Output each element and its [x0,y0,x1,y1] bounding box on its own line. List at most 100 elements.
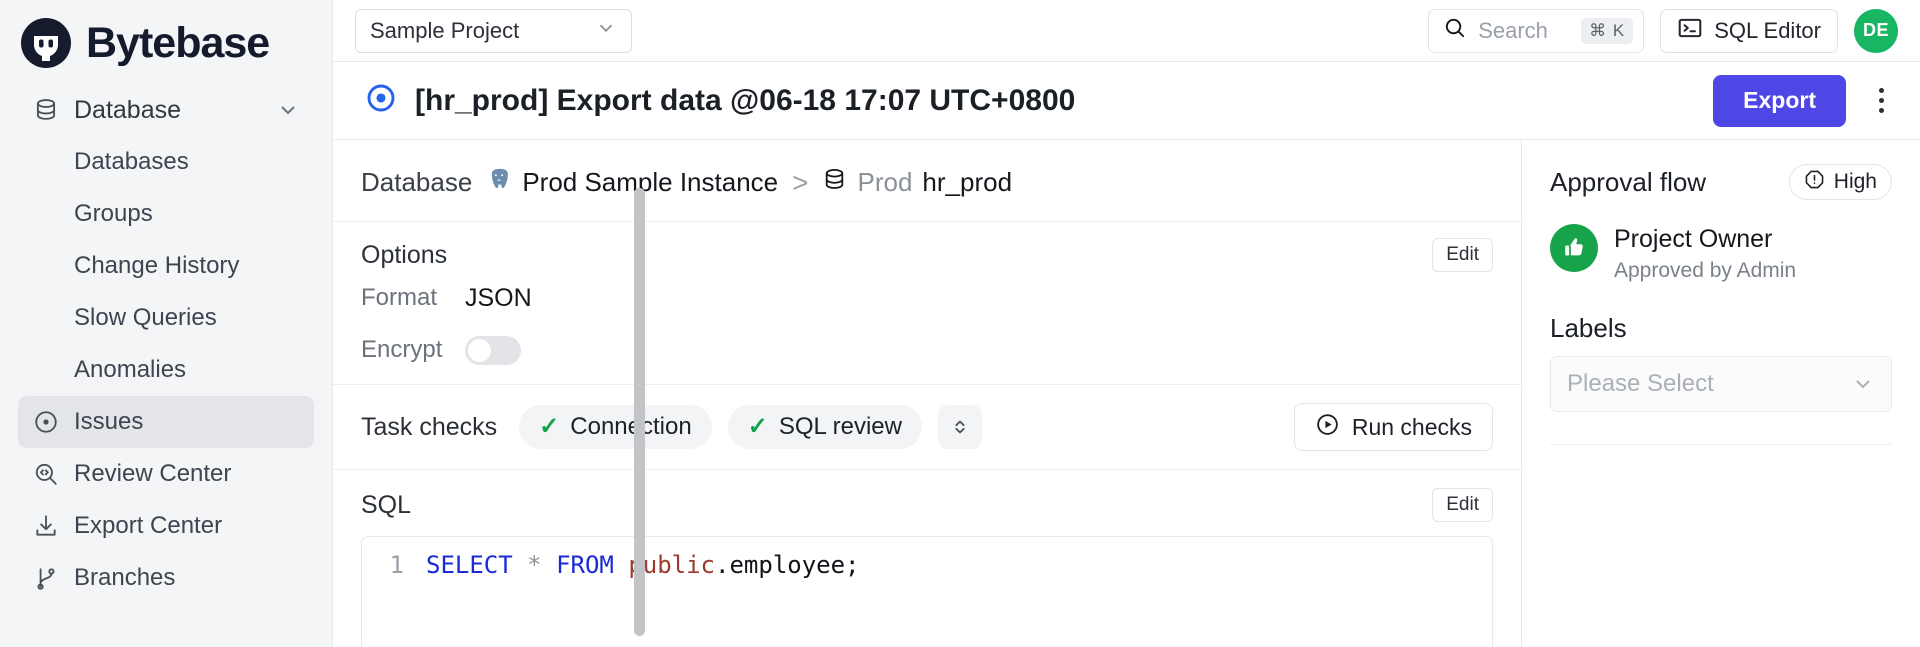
export-button[interactable]: Export [1713,74,1846,127]
options-edit-button[interactable]: Edit [1432,238,1493,272]
sidebar-item-label: Branches [74,564,176,591]
sql-section: SQL Edit 1 SELECT * FROM public.employee… [333,470,1521,647]
issue-content: Database Prod Sample Instance > Prod hr_… [333,140,1522,647]
brand[interactable]: Bytebase [0,0,332,78]
option-row-format: Format JSON [361,272,1493,324]
run-checks-button[interactable]: Run checks [1293,403,1493,451]
sidebar-group-label: Database [74,95,182,124]
approver-info: Project Owner Approved by Admin [1614,224,1796,283]
topbar: Sample Project Search ⌘ K SQL Editor DE [333,0,1920,62]
kebab-menu-icon[interactable] [1864,75,1898,127]
breadcrumb-separator: > [792,166,809,198]
sql-table: .employee; [715,551,860,579]
encrypt-toggle[interactable] [465,335,521,365]
sidebar-item-branches[interactable]: Branches [18,552,314,604]
chevron-down-icon[interactable] [276,98,300,122]
options-header: Options Edit [361,238,1493,272]
avatar[interactable]: DE [1854,8,1898,53]
chevron-up-down-icon[interactable] [937,405,982,449]
sidebar-item-label: Export Center [74,512,223,539]
approver-name: Project Owner [1614,225,1773,253]
approver-row: Project Owner Approved by Admin [1550,210,1892,283]
sidebar-item-label: Databases [74,148,189,175]
sidebar-item-slow-queries[interactable]: Slow Queries [18,292,314,344]
sql-code-editor[interactable]: 1 SELECT * FROM public.employee; [361,536,1493,647]
severity-badge[interactable]: High [1788,164,1892,200]
breadcrumb-database[interactable]: Prod hr_prod [822,167,1012,199]
labels-placeholder: Please Select [1567,370,1714,398]
check-passed-icon: ✓ [747,413,768,440]
issue-header: [hr_prod] Export data @06-18 17:07 UTC+0… [333,62,1920,140]
issue-side-panel: Approval flow High Project Owner Approve… [1522,140,1920,647]
sidebar-group-database[interactable]: Database [18,84,314,136]
task-check-label: Connection [570,413,692,440]
sql-keyword-select: SELECT [426,551,513,579]
brand-name: Bytebase [86,18,270,67]
code-line: 1 SELECT * FROM public.employee; [362,551,1492,579]
task-checks-title: Task checks [361,412,498,441]
sidebar-item-review-center[interactable]: Review Center [18,448,314,500]
chevron-down-icon [1851,372,1875,396]
sidebar-nav: Database Databases Groups Change History… [0,78,332,604]
app-root: Bytebase Database Databases Groups Chang… [0,0,1920,647]
panel-divider [1550,444,1892,446]
sidebar-item-issues[interactable]: Issues [18,396,314,448]
search-input[interactable]: Search ⌘ K [1428,8,1645,53]
project-selector[interactable]: Sample Project [355,8,632,53]
options-title: Options [361,240,448,269]
sidebar-item-change-history[interactable]: Change History [18,240,314,292]
sidebar-item-label: Review Center [74,460,232,487]
issue-circle-dot-icon [32,408,60,436]
code-search-icon [32,460,60,488]
status-open-circle-icon [365,82,397,119]
sidebar-item-groups[interactable]: Groups [18,188,314,240]
sidebar-item-export-center[interactable]: Export Center [18,500,314,552]
sidebar-scrollbar-thumb[interactable] [634,188,645,636]
issue-actions: Export [1713,74,1898,127]
breadcrumb-database-name: hr_prod [922,167,1013,197]
breadcrumb-database-env: Prod [857,167,913,197]
sql-header: SQL Edit [361,488,1493,522]
database-icon [32,96,60,124]
body-area: Database Prod Sample Instance > Prod hr_… [333,140,1920,647]
options-section: Options Edit Format JSON Encrypt [333,222,1521,385]
sql-editor-label: SQL Editor [1714,17,1821,43]
database-icon [822,167,847,199]
download-icon [32,512,60,540]
approval-flow-title: Approval flow [1550,166,1707,197]
search-shortcut-badge: ⌘ K [1581,17,1634,44]
chevron-down-icon [595,17,617,45]
sidebar-scrollbar[interactable] [316,80,645,640]
labels-select[interactable]: Please Select [1550,356,1892,413]
option-row-encrypt: Encrypt [361,324,1493,376]
breadcrumb-instance[interactable]: Prod Sample Instance [486,166,778,199]
task-checks-section: Task checks ✓ Connection ✓ SQL review Ru… [333,385,1521,470]
search-placeholder: Search [1478,17,1548,43]
sidebar-item-anomalies[interactable]: Anomalies [18,344,314,396]
page-title: [hr_prod] Export data @06-18 17:07 UTC+0… [415,83,1076,117]
sidebar-item-label: Groups [74,200,153,227]
task-check-connection[interactable]: ✓ Connection [519,405,712,449]
avatar-initials: DE [1862,20,1889,40]
approver-status: Approved by Admin [1614,259,1797,283]
task-check-sql-review[interactable]: ✓ SQL review [727,405,922,449]
sql-editor-button[interactable]: SQL Editor [1660,8,1838,53]
thumbs-up-icon [1550,224,1598,272]
git-branch-icon [32,564,60,592]
sql-edit-button[interactable]: Edit [1432,488,1493,522]
option-format-label: Format [361,284,438,311]
sidebar-item-label: Slow Queries [74,304,217,331]
search-icon [1443,16,1466,45]
bytebase-logo-icon [20,17,72,69]
sidebar-item-databases[interactable]: Databases [18,136,314,188]
postgres-icon [486,166,512,199]
terminal-icon [1677,15,1703,47]
alert-octagon-icon [1804,169,1825,196]
breadcrumb: Database Prod Sample Instance > Prod hr_… [333,140,1521,222]
topbar-actions: Search ⌘ K SQL Editor DE [1428,8,1898,53]
sql-star: * [527,551,542,579]
option-format-value: JSON [465,283,532,312]
sql-title: SQL [361,490,412,519]
sidebar: Bytebase Database Databases Groups Chang… [0,0,645,647]
sql-keyword-from: FROM [556,551,614,579]
